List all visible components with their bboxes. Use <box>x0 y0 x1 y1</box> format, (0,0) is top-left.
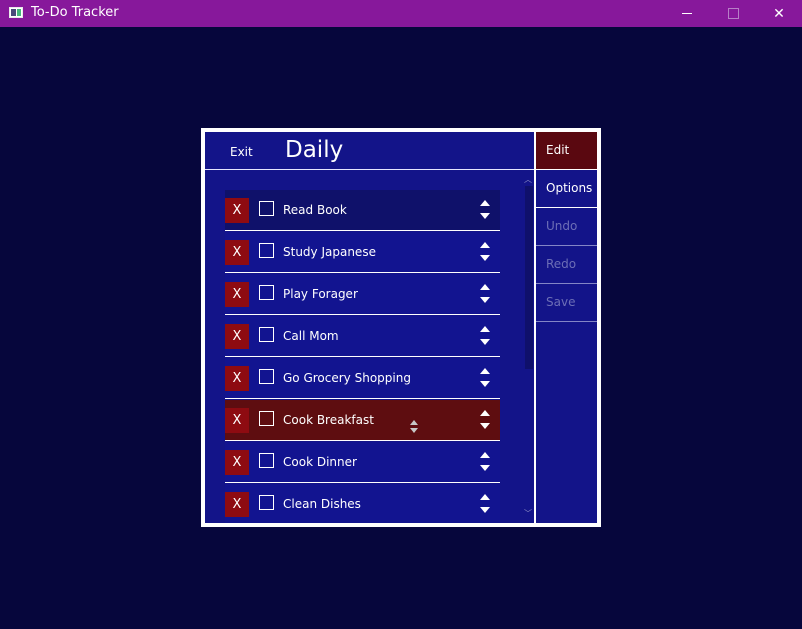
list-header: Exit Daily <box>205 132 534 170</box>
delete-item-button[interactable]: X <box>225 408 249 433</box>
move-up-icon[interactable] <box>480 326 490 332</box>
close-icon: ✕ <box>773 5 785 22</box>
list-item[interactable]: X Cook Dinner <box>225 442 500 483</box>
move-down-icon[interactable] <box>480 507 490 513</box>
app-frame: Exit Daily X Read Book X Study Japanese <box>201 128 601 527</box>
item-label: Cook Breakfast <box>283 413 374 427</box>
save-button[interactable]: Save <box>536 284 597 322</box>
todo-list: X Read Book X Study Japanese X Play Fora… <box>225 190 500 523</box>
reorder-handle[interactable] <box>479 494 491 514</box>
delete-item-button[interactable]: X <box>225 198 249 223</box>
action-sidebar: Edit Options Undo Redo Save <box>535 132 597 523</box>
item-checkbox[interactable] <box>259 327 274 342</box>
reorder-handle[interactable] <box>479 326 491 346</box>
maximize-icon <box>727 8 739 19</box>
redo-button[interactable]: Redo <box>536 246 597 284</box>
delete-item-button[interactable]: X <box>225 240 249 265</box>
item-checkbox[interactable] <box>259 495 274 510</box>
reorder-handle[interactable] <box>479 452 491 472</box>
close-button[interactable]: ✕ <box>756 0 802 27</box>
exit-button[interactable]: Exit <box>230 145 253 159</box>
reorder-handle[interactable] <box>479 200 491 220</box>
reorder-handle[interactable] <box>479 284 491 304</box>
item-label: Go Grocery Shopping <box>283 371 411 385</box>
move-down-icon[interactable] <box>480 297 490 303</box>
move-up-icon[interactable] <box>480 368 490 374</box>
move-up-icon[interactable] <box>480 410 490 416</box>
move-up-icon[interactable] <box>480 494 490 500</box>
list-item[interactable]: X Study Japanese <box>225 232 500 273</box>
item-checkbox[interactable] <box>259 201 274 216</box>
move-up-icon[interactable] <box>480 284 490 290</box>
item-label: Clean Dishes <box>283 497 361 511</box>
minimize-icon <box>682 13 692 14</box>
minimize-button[interactable] <box>664 0 710 27</box>
item-checkbox[interactable] <box>259 285 274 300</box>
item-checkbox[interactable] <box>259 369 274 384</box>
move-down-icon[interactable] <box>480 255 490 261</box>
move-down-icon[interactable] <box>480 339 490 345</box>
window-titlebar: To-Do Tracker ✕ <box>0 0 802 27</box>
item-label: Cook Dinner <box>283 455 357 469</box>
list-item[interactable]: X Read Book <box>225 190 500 231</box>
list-title: Daily <box>285 137 344 163</box>
move-down-icon[interactable] <box>480 213 490 219</box>
move-down-icon[interactable] <box>480 423 490 429</box>
delete-item-button[interactable]: X <box>225 366 249 391</box>
reorder-handle[interactable] <box>479 410 491 430</box>
list-item[interactable]: X Go Grocery Shopping <box>225 358 500 399</box>
scrollbar-thumb[interactable] <box>525 186 533 369</box>
list-item[interactable]: X Call Mom <box>225 316 500 357</box>
reorder-handle[interactable] <box>479 242 491 262</box>
maximize-button[interactable] <box>710 0 756 27</box>
item-label: Call Mom <box>283 329 339 343</box>
undo-button[interactable]: Undo <box>536 208 597 246</box>
delete-item-button[interactable]: X <box>225 324 249 349</box>
item-label: Play Forager <box>283 287 358 301</box>
app-icon <box>9 7 23 18</box>
list-pane: Exit Daily X Read Book X Study Japanese <box>205 132 534 523</box>
item-label: Read Book <box>283 203 347 217</box>
delete-item-button[interactable]: X <box>225 450 249 475</box>
list-item[interactable]: X Cook Breakfast <box>225 400 500 441</box>
move-down-icon[interactable] <box>480 381 490 387</box>
move-down-icon[interactable] <box>480 465 490 471</box>
item-label: Study Japanese <box>283 245 376 259</box>
reorder-handle[interactable] <box>479 368 491 388</box>
scrollbar[interactable]: ︿ ﹀ <box>522 172 534 523</box>
item-checkbox[interactable] <box>259 411 274 426</box>
list-item[interactable]: X Play Forager <box>225 274 500 315</box>
window-title: To-Do Tracker <box>31 5 119 20</box>
delete-item-button[interactable]: X <box>225 282 249 307</box>
move-up-icon[interactable] <box>480 242 490 248</box>
scroll-down-icon[interactable]: ﹀ <box>524 508 532 519</box>
drag-cursor-icon <box>409 420 421 436</box>
options-button[interactable]: Options <box>536 170 597 208</box>
item-checkbox[interactable] <box>259 243 274 258</box>
list-item[interactable]: X Clean Dishes <box>225 484 500 523</box>
item-checkbox[interactable] <box>259 453 274 468</box>
move-up-icon[interactable] <box>480 200 490 206</box>
scroll-up-icon[interactable]: ︿ <box>524 174 532 185</box>
move-up-icon[interactable] <box>480 452 490 458</box>
edit-button[interactable]: Edit <box>536 132 597 170</box>
delete-item-button[interactable]: X <box>225 492 249 517</box>
